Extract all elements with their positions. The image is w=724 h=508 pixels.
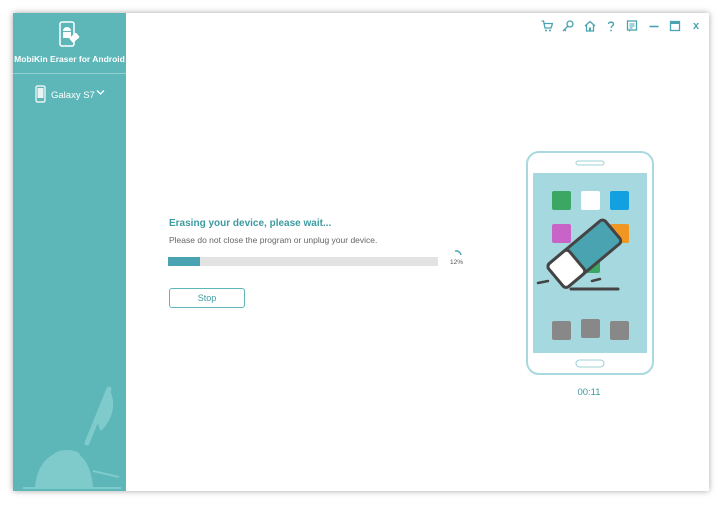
close-icon[interactable]: x	[688, 18, 704, 34]
phone-erasing-illustration	[526, 151, 654, 375]
logo-area: MobiKin Eraser for Android	[13, 13, 126, 74]
minimize-icon[interactable]	[646, 18, 662, 34]
progress-fill	[168, 257, 201, 266]
device-name: Galaxy S7	[51, 90, 95, 101]
chevron-down-icon[interactable]	[96, 89, 105, 96]
home-icon[interactable]	[582, 18, 598, 34]
key-icon[interactable]	[560, 18, 576, 34]
elapsed-timer: 00:11	[577, 387, 601, 398]
cart-icon[interactable]	[539, 18, 555, 34]
feedback-icon[interactable]	[624, 18, 640, 34]
app-logo-icon	[59, 21, 80, 47]
eraser-decoration-icon	[23, 386, 121, 489]
progress-percent: 12%	[450, 259, 464, 266]
help-icon[interactable]	[603, 18, 619, 34]
app-name: MobiKin Eraser for Android	[14, 54, 125, 64]
stop-button[interactable]: Stop	[169, 288, 245, 308]
spinner-icon	[454, 250, 462, 256]
maximize-icon[interactable]	[667, 18, 683, 34]
phone-icon	[35, 85, 46, 103]
erase-title: Erasing your device, please wait...	[169, 218, 332, 229]
device-selector[interactable]: Galaxy S7	[35, 85, 115, 105]
app-window: MobiKin Eraser for Android Galaxy S7 x E…	[13, 13, 709, 491]
sidebar: MobiKin Eraser for Android Galaxy S7	[13, 13, 126, 491]
progress-bar	[168, 257, 438, 266]
erase-subtitle: Please do not close the program or unplu…	[169, 235, 378, 245]
